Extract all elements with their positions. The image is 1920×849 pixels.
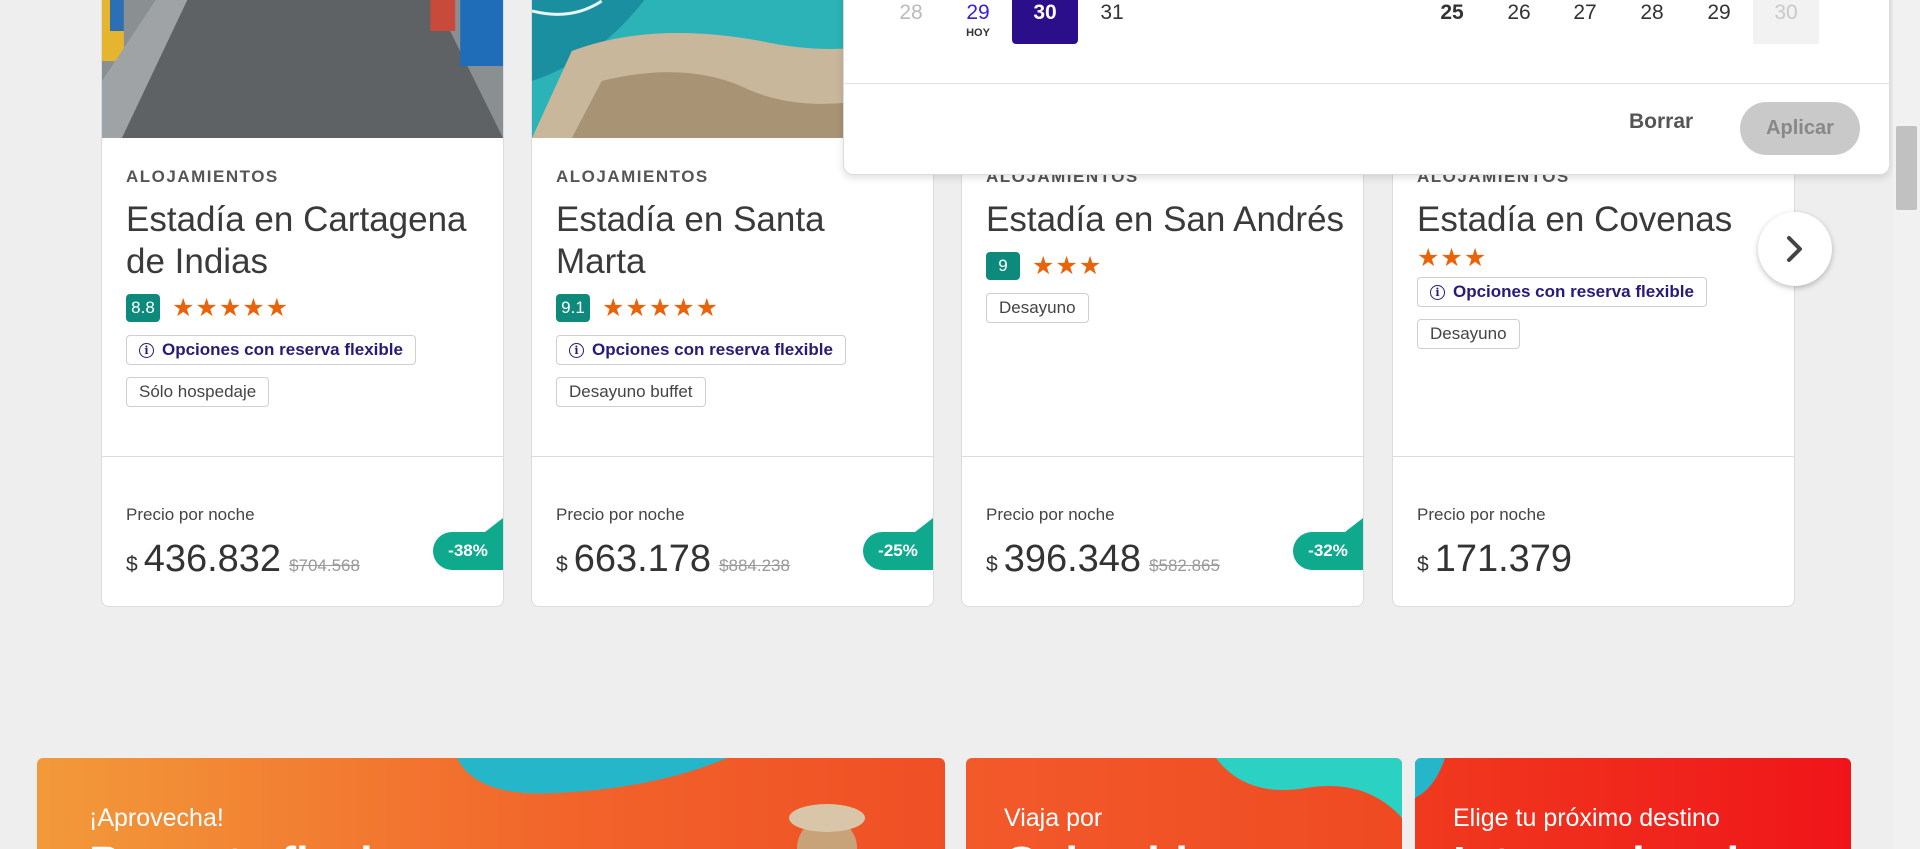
card-category: ALOJAMIENTOS xyxy=(126,167,279,186)
calendar-day[interactable]: 26 xyxy=(1486,1,1552,25)
price: 663.178 xyxy=(573,538,712,580)
promo-banner-colombia[interactable]: Viaja por Colombia xyxy=(966,758,1402,849)
promo-banner-flash[interactable]: ¡Aprovecha! Paquete flash xyxy=(37,758,945,849)
currency-symbol: $ xyxy=(1417,553,1429,576)
hotel-card-cartagena[interactable]: ALOJAMIENTOS Estadía en Cartagena de Ind… xyxy=(101,0,504,607)
price-label: Precio por noche xyxy=(556,505,685,524)
star-rating: ★★★★★ xyxy=(172,294,290,322)
meal-plan-tag: Desayuno xyxy=(986,293,1089,323)
currency-symbol: $ xyxy=(986,553,998,576)
discount-badge: -25% xyxy=(863,518,933,570)
price-label: Precio por noche xyxy=(986,505,1115,524)
chevron-right-icon xyxy=(1787,236,1802,262)
calendar-day[interactable]: 29 xyxy=(1686,1,1752,25)
calendar-day[interactable]: 28 xyxy=(1619,1,1685,25)
price: 396.348 xyxy=(1003,538,1142,580)
flexible-booking-chip: i Opciones con reserva flexible xyxy=(1417,277,1707,307)
popup-divider xyxy=(844,83,1889,84)
page-scrollbar[interactable] xyxy=(1893,0,1920,849)
clear-button[interactable]: Borrar xyxy=(1629,110,1693,134)
banner-title: Paquete flash xyxy=(89,836,388,849)
flexible-booking-chip: i Opciones con reserva flexible xyxy=(556,335,846,365)
flexible-booking-chip: i Opciones con reserva flexible xyxy=(126,335,416,365)
card-divider xyxy=(962,456,1363,457)
score-badge: 9.1 xyxy=(556,294,590,322)
currency-symbol: $ xyxy=(556,553,568,576)
info-icon: i xyxy=(139,342,154,358)
banner-title: Colombia xyxy=(1004,836,1214,849)
card-title[interactable]: Estadía en San Andrés xyxy=(986,199,1347,241)
banner-eyebrow: Viaja por xyxy=(1004,804,1103,832)
calendar-day[interactable]: 31 xyxy=(1079,1,1145,25)
flexible-booking-label: Opciones con reserva flexible xyxy=(1453,282,1694,301)
score-badge: 9 xyxy=(986,252,1020,280)
price-label: Precio por noche xyxy=(1417,505,1546,524)
currency-symbol: $ xyxy=(126,553,138,576)
old-price: $582.865 xyxy=(1149,556,1220,575)
card-divider xyxy=(102,456,503,457)
banner-eyebrow: ¡Aprovecha! xyxy=(89,804,224,832)
promo-banner-international[interactable]: Elige tu próximo destino Internacional xyxy=(1415,758,1851,849)
scrollbar-thumb[interactable] xyxy=(1896,126,1917,210)
banner-title: Internacional xyxy=(1453,836,1739,849)
calendar-day[interactable]: 27 xyxy=(1552,1,1618,25)
flexible-booking-label: Opciones con reserva flexible xyxy=(592,340,833,359)
star-rating: ★★★ xyxy=(1417,244,1488,272)
score-badge: 8.8 xyxy=(126,294,160,322)
calendar-day: 28 xyxy=(899,1,923,24)
calendar-day[interactable]: 25 xyxy=(1419,1,1485,25)
star-rating: ★★★ xyxy=(1032,252,1103,280)
apply-button[interactable]: Aplicar xyxy=(1740,102,1860,155)
banner-eyebrow: Elige tu próximo destino xyxy=(1453,804,1720,832)
today-label: HOY xyxy=(966,27,990,39)
calendar-day-disabled: 30 xyxy=(1753,0,1819,44)
flexible-booking-label: Opciones con reserva flexible xyxy=(162,340,403,359)
discount-badge: -32% xyxy=(1293,518,1363,570)
old-price: $704.568 xyxy=(289,556,360,575)
meal-plan-tag: Desayuno xyxy=(1417,319,1520,349)
date-picker-popup: 28 29 HOY 30 31 25 26 27 28 29 30 Borrar… xyxy=(843,0,1890,175)
card-photo xyxy=(102,0,503,138)
old-price: $884.238 xyxy=(719,556,790,575)
star-rating: ★★★★★ xyxy=(602,294,720,322)
discount-badge: -38% xyxy=(433,518,503,570)
calendar-day-selected[interactable]: 30 xyxy=(1012,0,1078,44)
card-title[interactable]: Estadía en Covenas xyxy=(1417,199,1778,241)
meal-plan-tag: Sólo hospedaje xyxy=(126,377,270,407)
price: 171.379 xyxy=(1434,538,1573,580)
info-icon: i xyxy=(569,342,584,358)
card-title[interactable]: Estadía en Santa Marta xyxy=(556,199,917,283)
calendar-day-today[interactable]: 29 HOY xyxy=(945,1,1011,39)
carousel-next-button[interactable] xyxy=(1758,212,1832,286)
info-icon: i xyxy=(1430,284,1445,300)
card-divider xyxy=(1393,456,1794,457)
price: 436.832 xyxy=(143,538,282,580)
card-divider xyxy=(532,456,933,457)
meal-plan-tag: Desayuno buffet xyxy=(556,377,706,407)
card-title[interactable]: Estadía en Cartagena de Indias xyxy=(126,199,487,283)
price-label: Precio por noche xyxy=(126,505,255,524)
